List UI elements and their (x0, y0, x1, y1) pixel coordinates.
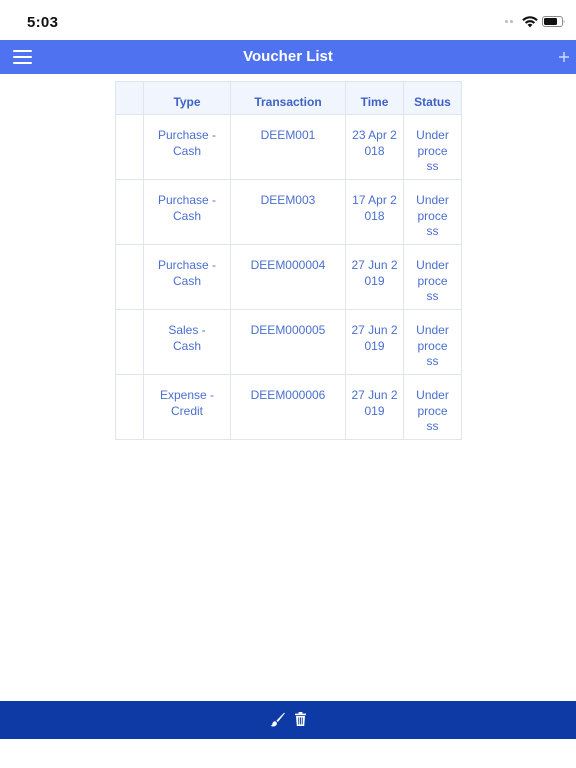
page-title: Voucher List (243, 48, 333, 65)
table-row[interactable]: Purchase - Cash DEEM001 23 Apr 2018 Unde… (115, 114, 462, 180)
table-row[interactable]: Purchase - Cash DEEM003 17 Apr 2018 Unde… (115, 179, 462, 245)
type-cell: Purchase - Cash (143, 179, 231, 245)
voucher-table: Type Transaction Time Status Purchase - … (115, 81, 462, 440)
column-header-transaction[interactable]: Transaction (230, 81, 346, 115)
status-time: 5:03 (27, 14, 59, 31)
column-header-type[interactable]: Type (143, 81, 231, 115)
transaction-cell: DEEM000005 (230, 309, 346, 375)
row-select-cell[interactable] (115, 244, 144, 310)
row-select-cell[interactable] (115, 374, 144, 440)
table-row[interactable]: Sales - Cash DEEM000005 27 Jun 2019 Unde… (115, 309, 462, 375)
trash-icon[interactable] (295, 712, 306, 726)
row-select-cell[interactable] (115, 179, 144, 245)
voucher-list-screen: 5:03 Voucher List Type Transaction Time … (0, 0, 576, 768)
row-select-cell[interactable] (115, 114, 144, 180)
menu-icon[interactable] (13, 50, 32, 64)
type-cell: Purchase - Cash (143, 244, 231, 310)
transaction-cell: DEEM001 (230, 114, 346, 180)
time-cell: 23 Apr 2018 (345, 114, 404, 180)
table-header-row: Type Transaction Time Status (115, 81, 462, 115)
time-cell: 27 Jun 2019 (345, 309, 404, 375)
type-cell: Sales - Cash (143, 309, 231, 375)
signal-dot-icon (505, 20, 508, 23)
column-header-time[interactable]: Time (345, 81, 404, 115)
transaction-cell: DEEM000006 (230, 374, 346, 440)
time-cell: 17 Apr 2018 (345, 179, 404, 245)
status-cell: Under process (403, 179, 462, 245)
status-cell: Under process (403, 309, 462, 375)
status-cell: Under process (403, 244, 462, 310)
type-cell: Purchase - Cash (143, 114, 231, 180)
brush-icon[interactable] (270, 712, 285, 727)
transaction-cell: DEEM003 (230, 179, 346, 245)
bottom-toolbar (0, 701, 576, 739)
add-icon[interactable] (557, 49, 571, 65)
nav-bar: Voucher List (0, 40, 576, 74)
time-cell: 27 Jun 2019 (345, 374, 404, 440)
type-cell: Expense - Credit (143, 374, 231, 440)
table-row[interactable]: Expense - Credit DEEM000006 27 Jun 2019 … (115, 374, 462, 440)
table-row[interactable]: Purchase - Cash DEEM000004 27 Jun 2019 U… (115, 244, 462, 310)
time-cell: 27 Jun 2019 (345, 244, 404, 310)
battery-icon (542, 16, 565, 27)
signal-dot-icon (510, 20, 513, 23)
status-cell: Under process (403, 114, 462, 180)
row-select-cell[interactable] (115, 309, 144, 375)
status-bar: 5:03 (0, 0, 576, 40)
transaction-cell: DEEM000004 (230, 244, 346, 310)
wifi-icon (522, 16, 538, 28)
column-header-status[interactable]: Status (403, 81, 462, 115)
status-cell: Under process (403, 374, 462, 440)
column-header-select (115, 81, 144, 115)
